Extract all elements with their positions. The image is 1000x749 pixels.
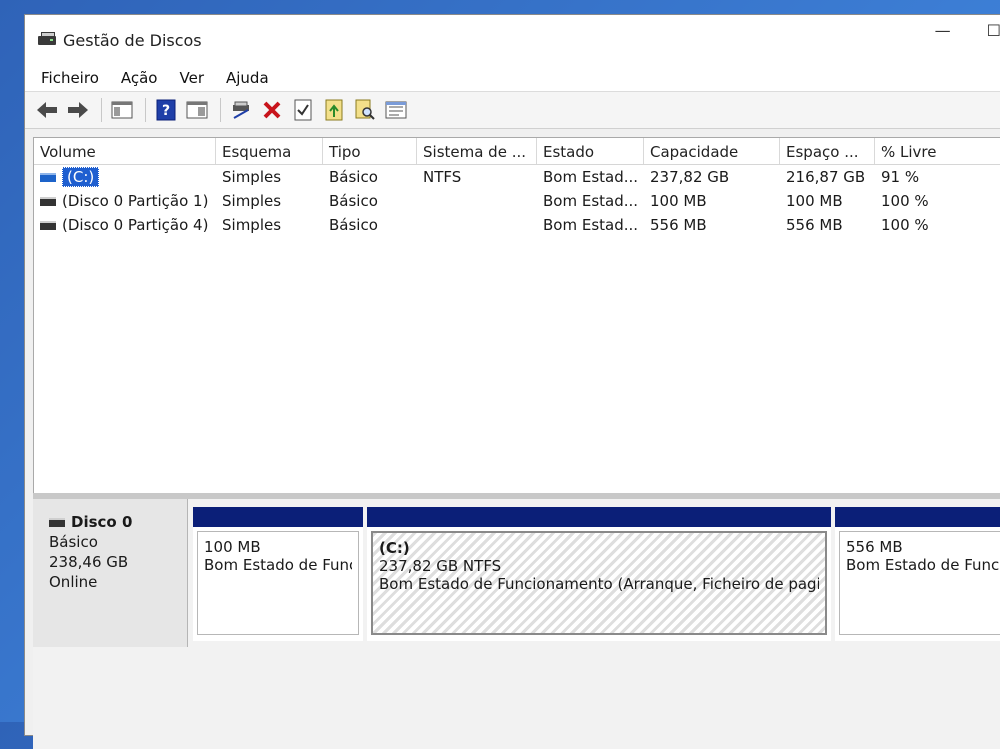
cell-estado: Bom Estad... xyxy=(543,192,639,210)
disk-icon xyxy=(49,517,65,527)
volume-name: (C:) xyxy=(62,167,100,187)
cell-tipo: Básico xyxy=(329,192,378,210)
partition-label: (C:) xyxy=(379,539,410,557)
disk-management-icon xyxy=(37,31,57,49)
export-list-icon[interactable] xyxy=(320,97,348,123)
table-row[interactable]: (Disco 0 Partição 4) Simples Básico Bom … xyxy=(34,213,1000,237)
toolbar: ? xyxy=(25,91,1000,129)
partition-status: Bom Estado de Func xyxy=(204,556,352,574)
cell-espaco: 556 MB xyxy=(786,216,843,234)
disk-management-window: Gestão de Discos — ☐ Ficheiro Ação Ver A… xyxy=(24,14,1000,749)
forward-arrow-icon[interactable] xyxy=(64,97,92,123)
partition-bar xyxy=(367,507,831,527)
cell-livre: 100 % xyxy=(881,192,929,210)
cell-estado: Bom Estad... xyxy=(543,216,639,234)
column-header-row: Volume Esquema Tipo Sistema de ... Estad… xyxy=(34,138,1000,165)
column-capacidade[interactable]: Capacidade xyxy=(644,138,780,164)
volume-disk-icon xyxy=(40,220,56,230)
disk-map-pane: Disco 0 Básico 238,46 GB Online 100 MB B… xyxy=(33,493,1000,749)
partition-bar xyxy=(835,507,1000,527)
cell-estado: Bom Estad... xyxy=(543,168,639,186)
table-row[interactable]: (C:) Simples Básico NTFS Bom Estad... 23… xyxy=(34,165,1000,189)
volume-list: Volume Esquema Tipo Sistema de ... Estad… xyxy=(33,137,1000,495)
partition-c[interactable]: (C:) 237,82 GB NTFS Bom Estado de Funcio… xyxy=(367,507,831,641)
volume-disk-icon xyxy=(40,196,56,206)
table-row[interactable]: (Disco 0 Partição 1) Simples Básico Bom … xyxy=(34,189,1000,213)
partition-status: Bom Estado de Func xyxy=(846,556,1000,574)
maximize-button[interactable]: ☐ xyxy=(987,21,1000,40)
disk-size: 238,46 GB xyxy=(49,553,129,571)
check-icon[interactable] xyxy=(289,97,317,123)
volume-name: (Disco 0 Partição 4) xyxy=(62,216,209,234)
properties-list-icon[interactable] xyxy=(382,97,410,123)
menu-ajuda[interactable]: Ajuda xyxy=(226,69,269,87)
cell-esquema: Simples xyxy=(222,168,282,186)
menu-ficheiro[interactable]: Ficheiro xyxy=(41,69,99,87)
connect-disk-icon[interactable] xyxy=(227,97,255,123)
cell-espaco: 216,87 GB xyxy=(786,168,866,186)
menu-bar: Ficheiro Ação Ver Ajuda xyxy=(25,65,1000,91)
cell-livre: 91 % xyxy=(881,168,920,186)
partition-status: Bom Estado de Funcionamento (Arranque, F… xyxy=(379,575,819,593)
cell-espaco: 100 MB xyxy=(786,192,843,210)
menu-acao[interactable]: Ação xyxy=(121,69,158,87)
cell-esquema: Simples xyxy=(222,216,282,234)
minimize-button[interactable]: — xyxy=(935,21,951,40)
column-sistema[interactable]: Sistema de ... xyxy=(417,138,537,164)
column-volume[interactable]: Volume xyxy=(34,138,216,164)
partition-size: 100 MB xyxy=(204,538,261,556)
cell-capacidade: 556 MB xyxy=(650,216,707,234)
volume-disk-icon xyxy=(40,172,56,182)
column-tipo[interactable]: Tipo xyxy=(323,138,417,164)
cell-livre: 100 % xyxy=(881,216,929,234)
disk-name: Disco 0 xyxy=(71,513,133,531)
show-hide-console-tree-icon[interactable] xyxy=(108,97,136,123)
cell-esquema: Simples xyxy=(222,192,282,210)
title-bar: Gestão de Discos — ☐ xyxy=(25,15,1000,65)
volume-name: (Disco 0 Partição 1) xyxy=(62,192,209,210)
partition-size: 556 MB xyxy=(846,538,903,556)
help-icon[interactable]: ? xyxy=(152,97,180,123)
column-estado[interactable]: Estado xyxy=(537,138,644,164)
partition-size: 237,82 GB NTFS xyxy=(379,557,502,575)
partition-1[interactable]: 100 MB Bom Estado de Func xyxy=(193,507,363,641)
find-icon[interactable] xyxy=(351,97,379,123)
cell-capacidade: 100 MB xyxy=(650,192,707,210)
disk-info-panel[interactable]: Disco 0 Básico 238,46 GB Online xyxy=(33,499,188,647)
partition-bar xyxy=(193,507,363,527)
column-espaco[interactable]: Espaço ... xyxy=(780,138,875,164)
svg-text:?: ? xyxy=(162,103,170,119)
column-livre[interactable]: % Livre xyxy=(875,138,1000,164)
cell-tipo: Básico xyxy=(329,216,378,234)
cell-tipo: Básico xyxy=(329,168,378,186)
back-arrow-icon[interactable] xyxy=(33,97,61,123)
window-title: Gestão de Discos xyxy=(63,30,202,50)
properties-icon[interactable] xyxy=(183,97,211,123)
partition-4[interactable]: 556 MB Bom Estado de Func xyxy=(835,507,1000,641)
menu-ver[interactable]: Ver xyxy=(180,69,205,87)
column-esquema[interactable]: Esquema xyxy=(216,138,323,164)
cell-sistema: NTFS xyxy=(423,168,462,186)
disk-status: Online xyxy=(49,573,98,591)
delete-icon[interactable] xyxy=(258,97,286,123)
cell-capacidade: 237,82 GB xyxy=(650,168,730,186)
disk-type: Básico xyxy=(49,533,98,551)
